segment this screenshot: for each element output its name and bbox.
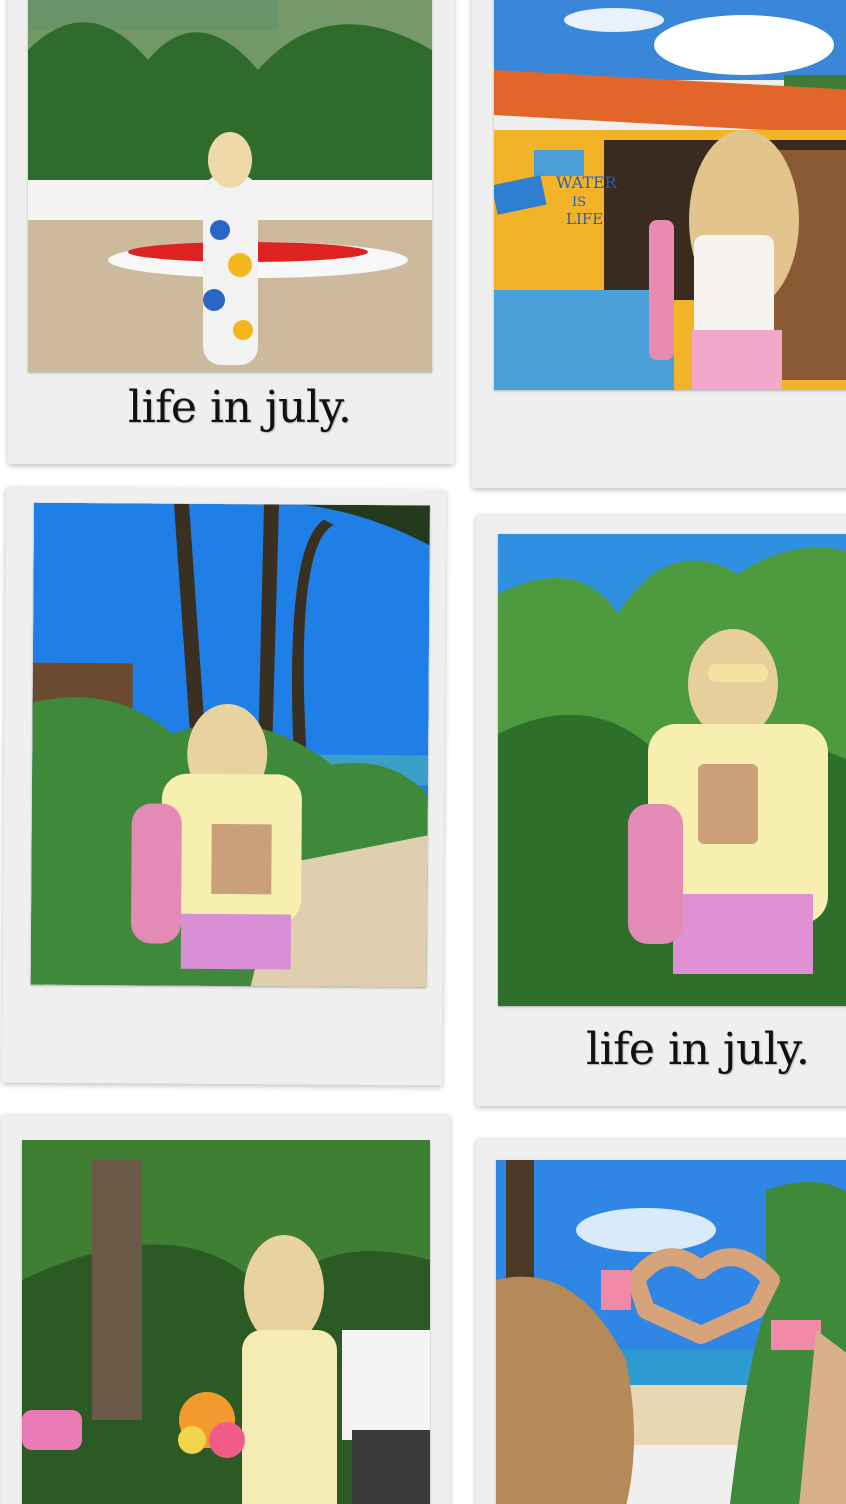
polaroid-card-3 xyxy=(1,486,447,1086)
polaroid-card-6 xyxy=(476,1138,846,1504)
photo-palm-trees-beach xyxy=(30,502,430,988)
sign-is: IS xyxy=(572,195,586,210)
sign-life: LIFE xyxy=(566,210,603,228)
photo-bushes-shading-eyes xyxy=(498,534,846,1006)
photo-heart-hands-ocean xyxy=(496,1160,846,1504)
photo-garden-yellow-dress xyxy=(22,1140,430,1504)
photo-water-is-life-stand: WATER IS LIFE xyxy=(494,0,846,390)
polaroid-card-1: life in july. xyxy=(8,0,454,464)
photo-beach-floral-dress xyxy=(28,0,432,372)
polaroid-card-4: life in july. xyxy=(476,514,846,1106)
caption-text: life in july. xyxy=(128,382,352,433)
polaroid-card-2: WATER IS LIFE xyxy=(472,0,846,488)
polaroid-card-5 xyxy=(2,1114,450,1504)
sign-water: WATER xyxy=(556,173,618,192)
collage-page: life in july. WATER IS LIFE life in july… xyxy=(0,0,846,1504)
caption-text: life in july. xyxy=(586,1024,810,1075)
